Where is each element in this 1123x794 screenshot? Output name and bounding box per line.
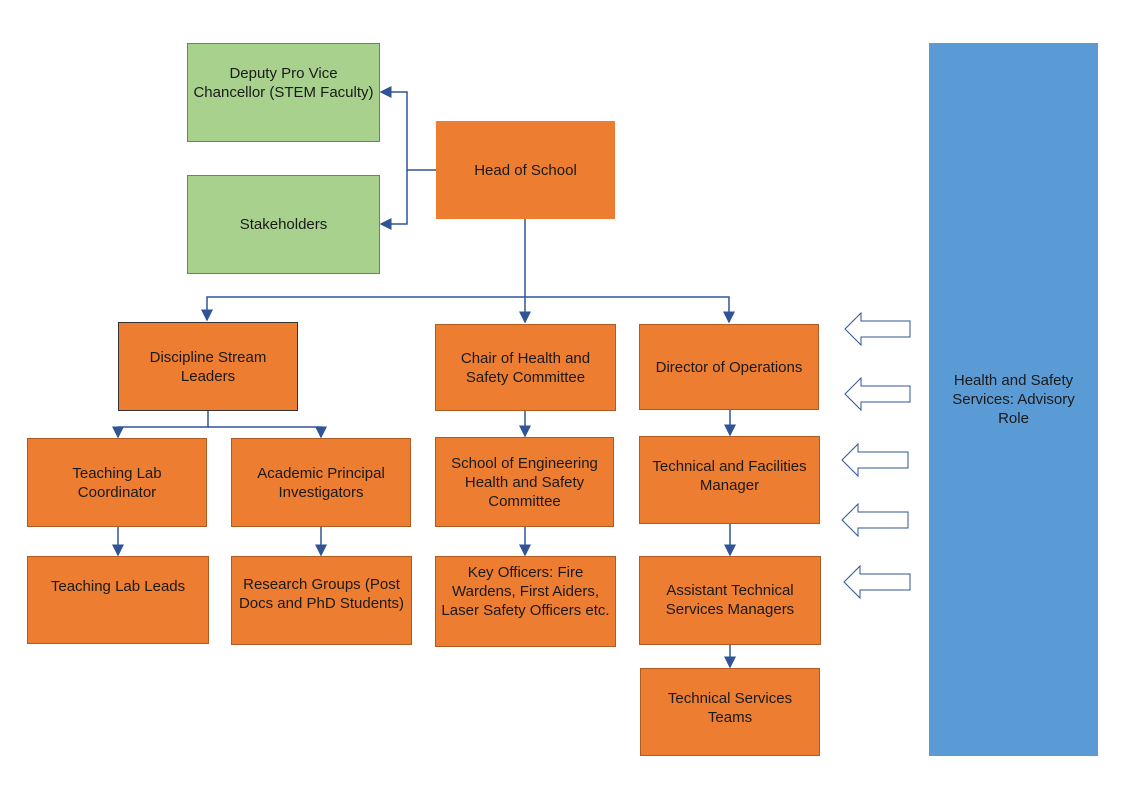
node-stakeholders: Stakeholders [187,175,380,274]
advisory-arrow-icon [841,502,909,538]
advisory-arrow-icon [841,442,909,478]
node-director-of-operations: Director of Operations [639,324,819,410]
node-technical-facilities-manager: Technical and Facilities Manager [639,436,820,524]
advisory-arrow-icon [843,564,911,600]
node-teaching-lab-coordinator: Teaching Lab Coordinator [27,438,207,527]
node-technical-services-teams: Technical Services Teams [640,668,820,756]
node-school-hs-committee: School of Engineering Health and Safety … [435,437,614,527]
node-academic-pis: Academic Principal Investigators [231,438,411,527]
node-research-groups: Research Groups (Post Docs and PhD Stude… [231,556,412,645]
node-discipline-stream-leaders: Discipline Stream Leaders [118,322,298,411]
node-deputy-pro-vice-chancellor: Deputy Pro Vice Chancellor (STEM Faculty… [187,43,380,142]
node-key-officers: Key Officers: Fire Wardens, First Aiders… [435,556,616,647]
node-chair-hs-committee: Chair of Health and Safety Committee [435,324,616,411]
node-teaching-lab-leads: Teaching Lab Leads [27,556,209,644]
health-safety-services-panel: Health and Safety Services: Advisory Rol… [929,43,1098,756]
node-head-of-school: Head of School [436,121,615,219]
node-assistant-tsm: Assistant Technical Services Managers [639,556,821,645]
advisory-arrow-icon [844,376,911,412]
advisory-arrow-icon [844,311,911,347]
